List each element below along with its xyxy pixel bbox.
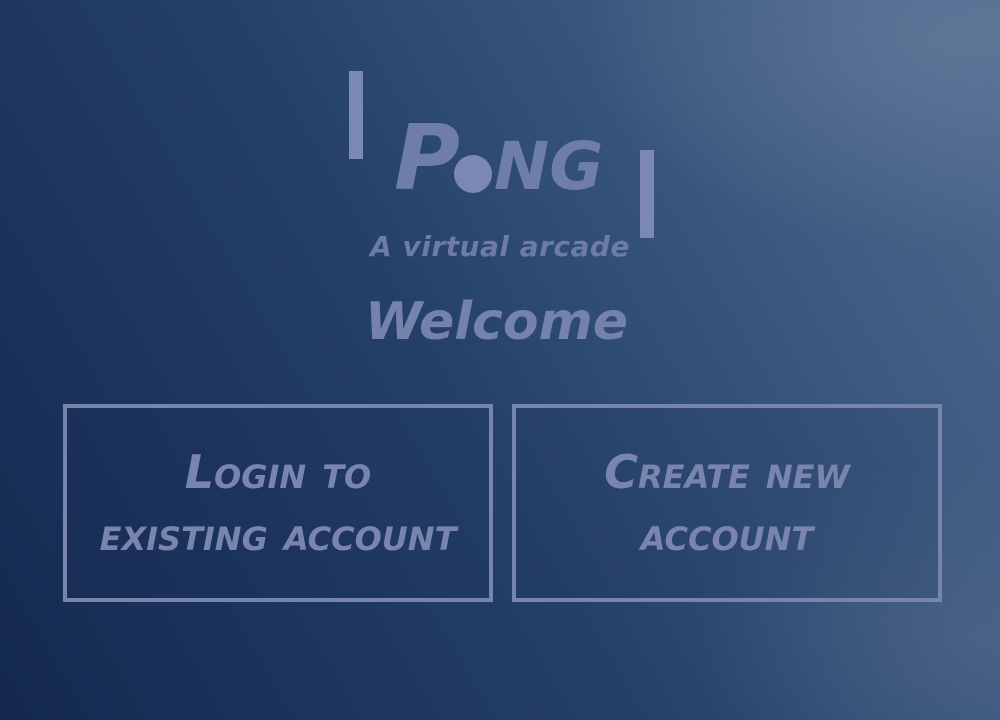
logo-letter-p: P xyxy=(394,106,460,211)
left-paddle-icon xyxy=(349,71,363,159)
login-button[interactable]: Login to existing account xyxy=(63,404,493,602)
create-label-line1: Create new xyxy=(604,445,850,499)
logo-letters-ng: NG xyxy=(493,128,604,205)
create-label-line2: account xyxy=(640,507,814,561)
pong-logo: P NG xyxy=(394,104,603,204)
welcome-heading: Welcome xyxy=(364,292,629,352)
create-account-button[interactable]: Create new account xyxy=(512,404,942,602)
subtitle: A virtual arcade xyxy=(370,230,630,263)
ball-icon xyxy=(453,155,492,193)
login-label-line1: Login to xyxy=(184,445,372,499)
login-button-label: Login to existing account xyxy=(100,441,457,565)
right-paddle-icon xyxy=(640,150,654,238)
login-label-line2: existing account xyxy=(99,507,457,561)
create-account-button-label: Create new account xyxy=(604,441,850,565)
